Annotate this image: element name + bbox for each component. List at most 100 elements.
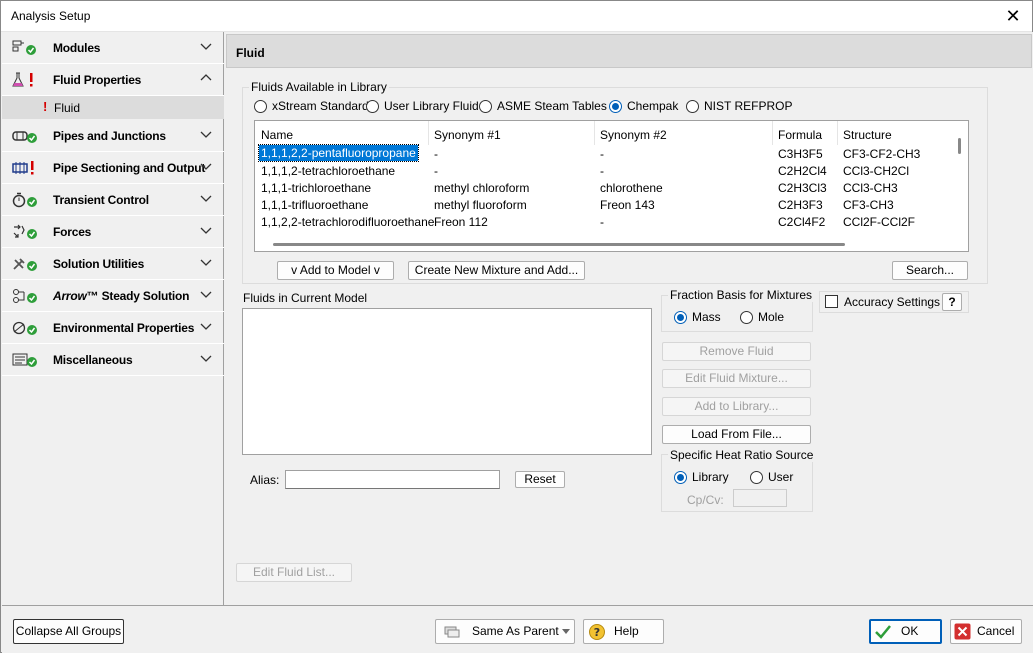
column-divider bbox=[594, 121, 595, 145]
chevron-down-icon bbox=[200, 355, 212, 362]
radio-button[interactable] bbox=[750, 470, 763, 484]
collapse-all-groups-button[interactable]: Collapse All Groups bbox=[13, 619, 124, 644]
table-row[interactable]: 1,1,1,2,2-pentafluoropropane - - C3H3F5 … bbox=[255, 144, 955, 162]
fraction-mass-radio[interactable]: Mass bbox=[674, 309, 721, 325]
source-chempak-radio[interactable]: Chempak bbox=[609, 98, 678, 114]
column-header-name[interactable]: Name bbox=[261, 128, 293, 142]
scrollbar-thumb[interactable] bbox=[958, 138, 961, 154]
environment-icon bbox=[12, 321, 37, 335]
sidebar-item-label: Arrow™ Steady Solution bbox=[53, 289, 189, 303]
column-header-formula[interactable]: Formula bbox=[778, 128, 822, 142]
radio-button[interactable] bbox=[740, 310, 753, 324]
table-row[interactable]: 1,1,1-trifluoroethane methyl fluoroform … bbox=[255, 196, 955, 213]
add-to-library-button[interactable]: Add to Library... bbox=[662, 397, 811, 416]
chevron-down-icon bbox=[200, 227, 212, 234]
current-model-fluid-list[interactable] bbox=[242, 308, 652, 455]
cell-formula: C2H2Cl4 bbox=[778, 164, 827, 178]
sidebar-item-environmental-properties[interactable]: Environmental Properties bbox=[2, 312, 224, 344]
table-row[interactable]: 1,1,1-trichloroethane methyl chloroform … bbox=[255, 179, 955, 196]
accuracy-checkbox[interactable] bbox=[825, 295, 838, 308]
cpcv-label: Cp/Cv: bbox=[687, 493, 724, 507]
source-user-library-radio[interactable]: User Library Fluid bbox=[366, 98, 479, 114]
misc-icon bbox=[12, 353, 37, 367]
library-fluid-table[interactable]: Name Synonym #1 Synonym #2 Formula Struc… bbox=[254, 120, 969, 252]
heat-ratio-user-radio[interactable]: User bbox=[750, 469, 793, 485]
radio-button[interactable] bbox=[366, 99, 379, 113]
cell-structure: CF3-CH3 bbox=[843, 198, 894, 212]
edit-fluid-list-button[interactable]: Edit Fluid List... bbox=[236, 563, 352, 582]
cpcv-input[interactable] bbox=[733, 489, 787, 507]
dialog-footer: Collapse All Groups Same As Parent ? Hel… bbox=[2, 605, 1033, 653]
reset-button[interactable]: Reset bbox=[515, 471, 565, 488]
cell-structure: CCl2F-CCl2F bbox=[843, 215, 915, 229]
cell-formula: C2H3F3 bbox=[778, 198, 823, 212]
heat-ratio-library-radio[interactable]: Library bbox=[674, 469, 729, 485]
heat-ratio-label: Specific Heat Ratio Source bbox=[668, 448, 816, 462]
load-from-file-button[interactable]: Load From File... bbox=[662, 425, 811, 444]
search-button[interactable]: Search... bbox=[892, 261, 968, 280]
radio-button[interactable] bbox=[479, 99, 492, 113]
sidebar-item-miscellaneous[interactable]: Miscellaneous bbox=[2, 344, 224, 376]
sidebar-item-modules[interactable]: Modules bbox=[2, 32, 224, 64]
column-header-structure[interactable]: Structure bbox=[843, 128, 892, 142]
radio-button[interactable] bbox=[674, 310, 687, 324]
edit-fluid-mixture-button[interactable]: Edit Fluid Mixture... bbox=[662, 369, 811, 388]
sidebar-item-label: Pipe Sectioning and Output bbox=[53, 161, 206, 175]
source-asme-radio[interactable]: ASME Steam Tables bbox=[479, 98, 607, 114]
sidebar-item-label: Fluid Properties bbox=[53, 73, 142, 87]
remove-fluid-button[interactable]: Remove Fluid bbox=[662, 342, 811, 361]
chevron-up-icon bbox=[200, 74, 212, 81]
sidebar-item-pipes-and-junctions[interactable]: Pipes and Junctions bbox=[2, 120, 224, 152]
cell-structure: CF3-CF2-CH3 bbox=[843, 147, 921, 161]
help-button[interactable]: ? Help bbox=[583, 619, 664, 644]
radio-button[interactable] bbox=[254, 99, 267, 113]
sidebar-item-transient-control[interactable]: Transient Control bbox=[2, 184, 224, 216]
sidebar-item-pipe-sectioning[interactable]: Pipe Sectioning and Output bbox=[2, 152, 224, 184]
chevron-down-icon bbox=[200, 291, 212, 298]
library-group-label: Fluids Available in Library bbox=[249, 80, 389, 94]
source-xstream-radio[interactable]: xStream Standard bbox=[254, 98, 369, 114]
forces-icon bbox=[13, 224, 37, 239]
cell-name: 1,1,1,2,2-pentafluoropropane bbox=[258, 144, 419, 162]
radio-button[interactable] bbox=[674, 470, 687, 484]
scrollbar-thumb[interactable] bbox=[273, 243, 845, 246]
cancel-icon bbox=[954, 623, 971, 640]
same-as-parent-dropdown[interactable]: Same As Parent bbox=[435, 619, 575, 644]
window-title: Analysis Setup bbox=[11, 9, 91, 23]
sidebar-subitem-fluid[interactable]: ! Fluid bbox=[2, 96, 224, 119]
cancel-label: Cancel bbox=[977, 624, 1015, 638]
title-bar: Analysis Setup ✕ bbox=[1, 1, 1032, 32]
source-nist-radio[interactable]: NIST REFPROP bbox=[686, 98, 792, 114]
column-divider bbox=[772, 121, 773, 145]
sidebar-item-steady-solution[interactable]: Arrow™ Steady Solution bbox=[2, 280, 224, 312]
cancel-button[interactable]: Cancel bbox=[950, 619, 1022, 644]
cell-structure: CCl3-CH2Cl bbox=[843, 164, 910, 178]
radio-button[interactable] bbox=[686, 99, 699, 113]
radio-label: User bbox=[768, 470, 794, 484]
table-row[interactable]: 1,1,2,2-tetrachlorodifluoroethane Freon … bbox=[255, 213, 955, 230]
sidebar-item-solution-utilities[interactable]: Solution Utilities bbox=[2, 248, 224, 280]
sidebar-item-fluid-properties[interactable]: Fluid Properties bbox=[2, 64, 224, 96]
radio-label: NIST REFPROP bbox=[704, 99, 793, 113]
radio-button[interactable] bbox=[609, 99, 622, 113]
horizontal-scrollbar[interactable] bbox=[255, 237, 955, 251]
column-header-synonym2[interactable]: Synonym #2 bbox=[600, 128, 667, 142]
add-to-model-button[interactable]: v Add to Model v bbox=[277, 261, 394, 280]
ok-button[interactable]: OK bbox=[869, 619, 942, 644]
arrow-brand: Arrow bbox=[53, 289, 87, 303]
close-icon[interactable]: ✕ bbox=[1002, 5, 1024, 27]
create-mixture-button[interactable]: Create New Mixture and Add... bbox=[408, 261, 585, 280]
alias-input[interactable] bbox=[285, 470, 500, 489]
steady-solution-icon bbox=[13, 289, 37, 303]
vertical-scrollbar[interactable] bbox=[953, 121, 968, 251]
same-as-parent-label: Same As Parent bbox=[472, 624, 559, 638]
cell-synonym2: - bbox=[600, 164, 604, 178]
accuracy-help-button[interactable]: ? bbox=[942, 293, 962, 311]
table-row[interactable]: 1,1,1,2-tetrachloroethane - - C2H2Cl4 CC… bbox=[255, 162, 955, 179]
fraction-mole-radio[interactable]: Mole bbox=[740, 309, 784, 325]
cell-synonym2: chlorothene bbox=[600, 181, 663, 195]
chevron-down-icon bbox=[200, 163, 212, 170]
sidebar-item-forces[interactable]: Forces bbox=[2, 216, 224, 248]
column-header-synonym1[interactable]: Synonym #1 bbox=[434, 128, 501, 142]
error-icon: ! bbox=[43, 99, 48, 114]
